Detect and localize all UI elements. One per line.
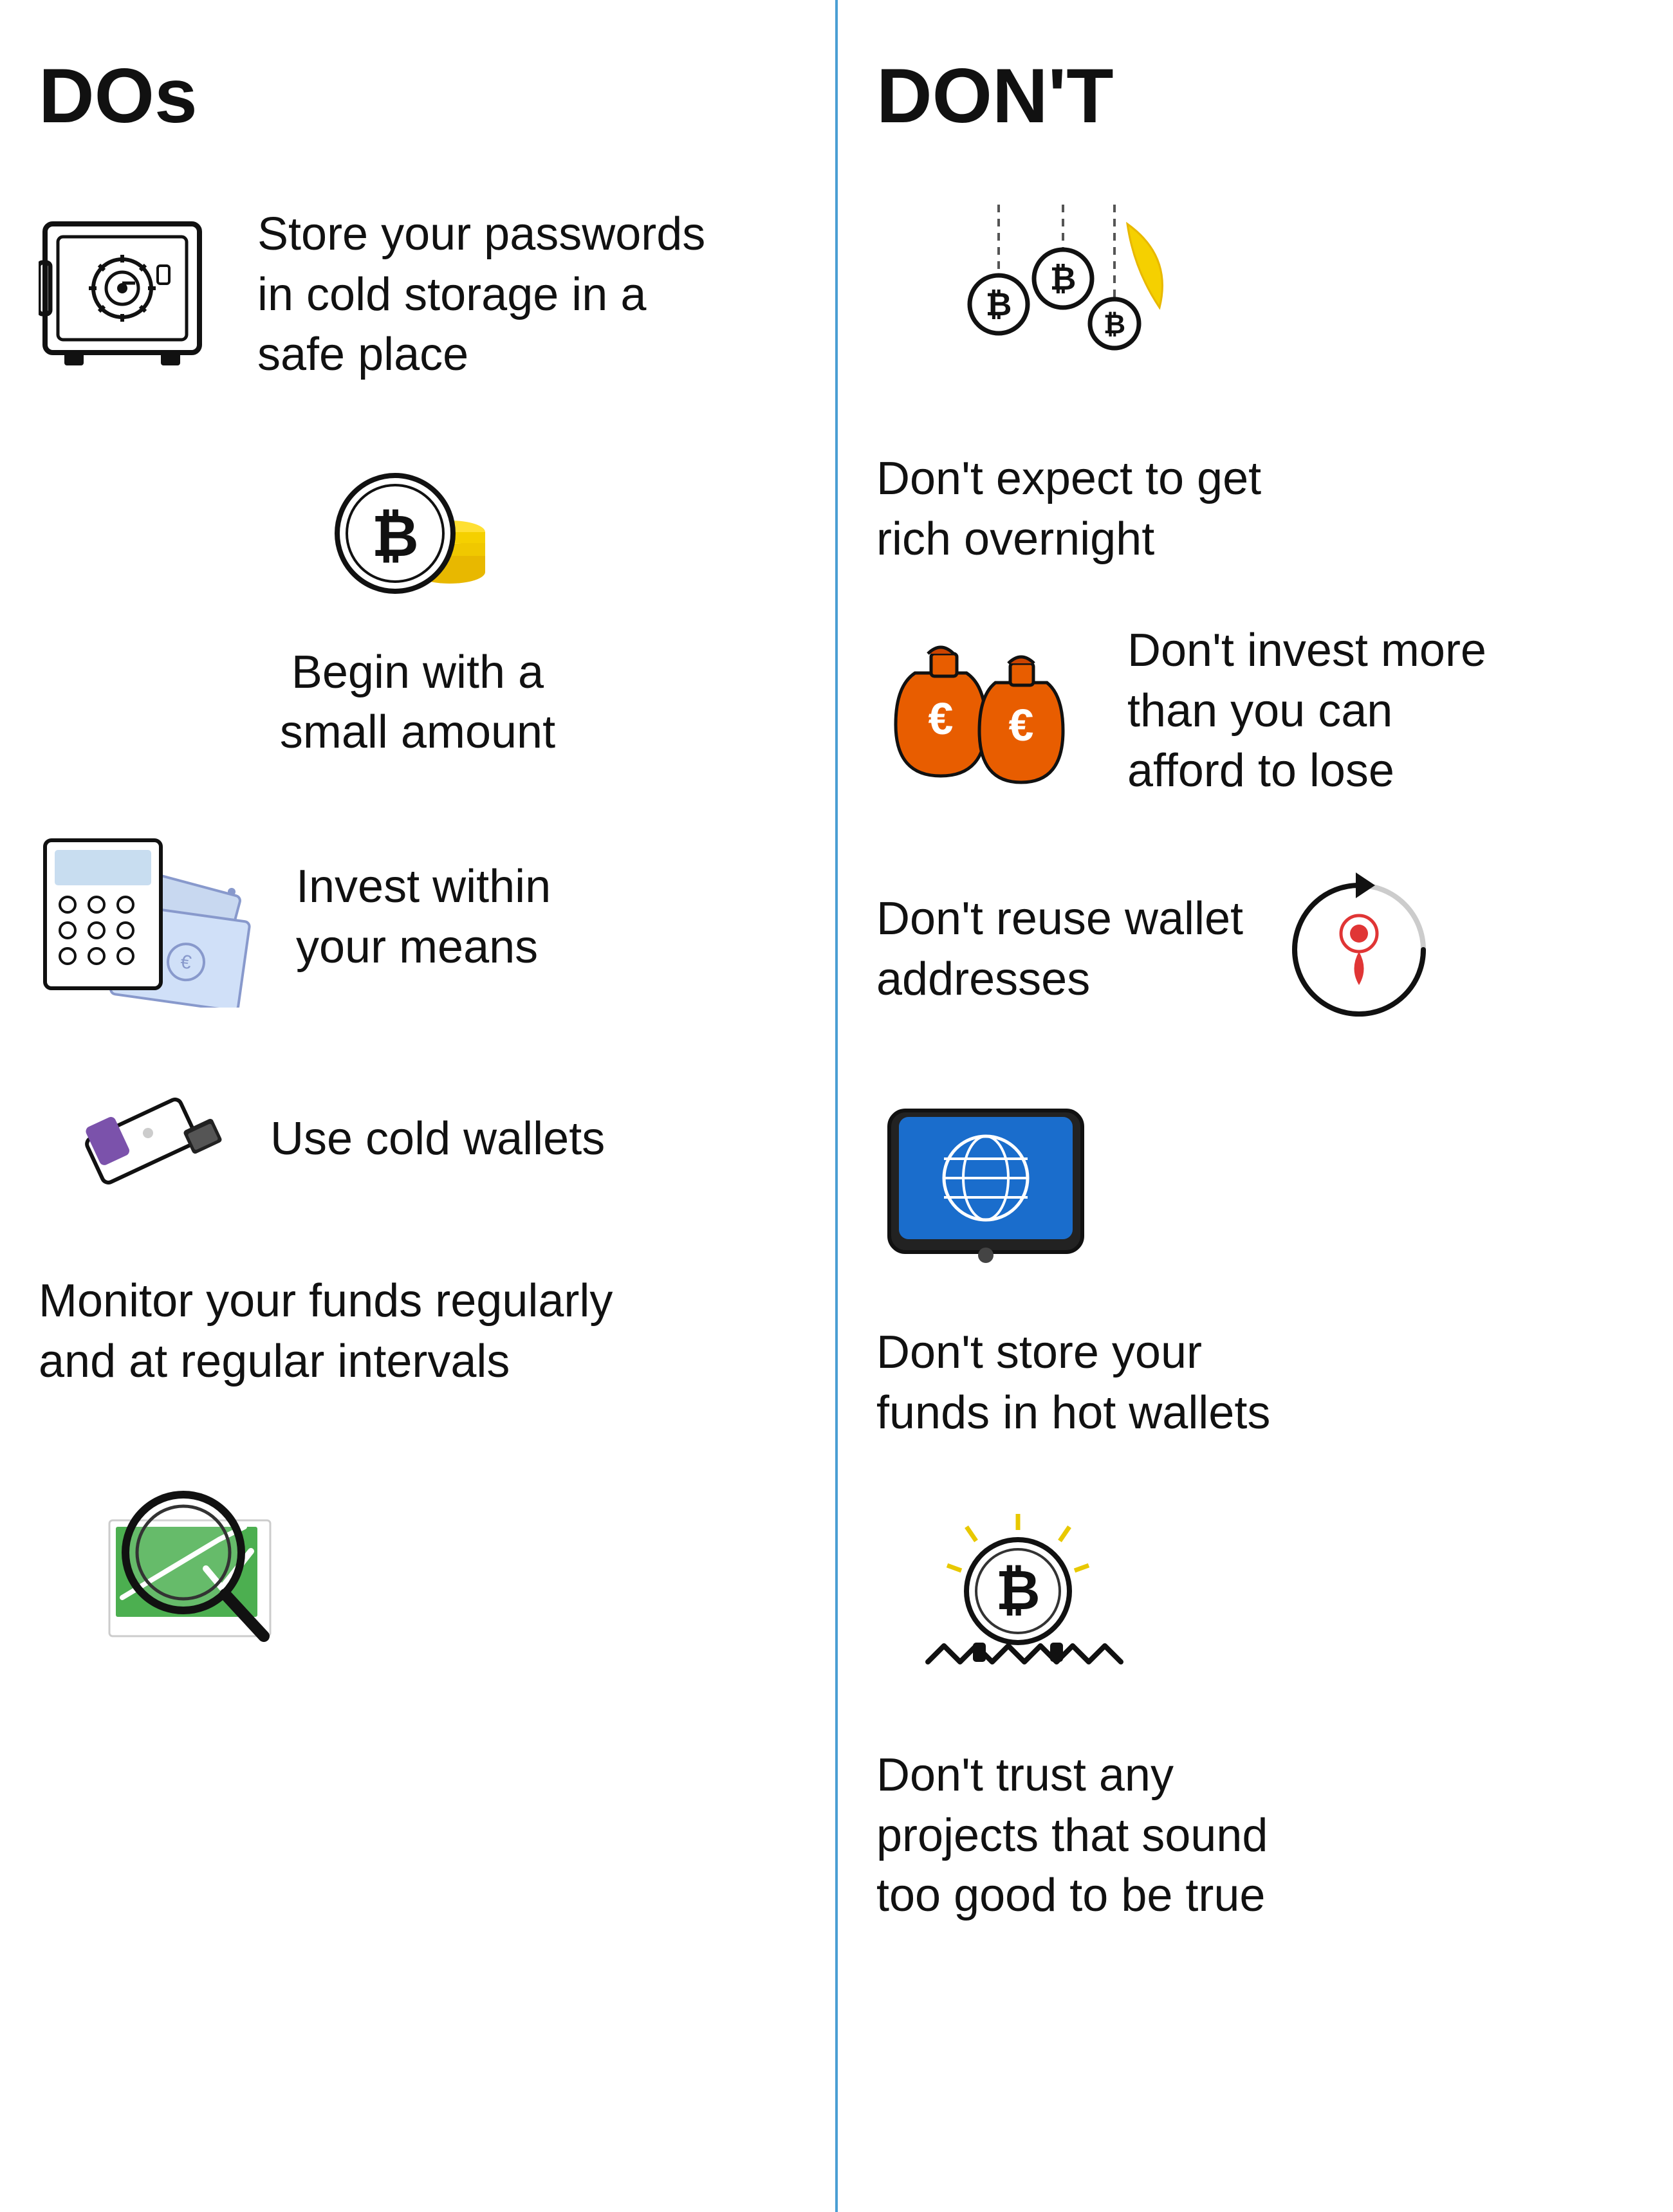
list-item: € € [39,827,797,1008]
tablet-svg [876,1098,1095,1271]
svg-text:₿: ₿ [1104,309,1125,339]
svg-text:₿: ₿ [995,1560,1040,1621]
dos-column: DOs [0,0,838,2212]
donts-column: DON'T ₿ ₿ ₿ [838,0,1673,2212]
dos-title: DOs [39,51,797,140]
bitcoin-danger-icon: ₿ [902,1507,1134,1694]
store-passwords-text: Store your passwordsin cold storage in a… [257,205,705,385]
svg-text:€: € [1009,700,1034,750]
btc-coins-svg: ₿ [328,463,508,604]
usb-svg [39,1085,232,1194]
calculator-svg: € € [39,827,257,1008]
too-good-text: Don't trust anyprojects that soundtoo go… [876,1746,1268,1926]
safe-svg [39,211,219,378]
location-svg [1275,866,1443,1033]
list-item: Monitor your funds regularlyand at regul… [39,1271,797,1649]
list-item: ₿ ₿ ₿ Don't expect to getrich overnight [876,205,1634,569]
list-item: Use cold wallets [39,1085,797,1194]
tablet-icon [876,1098,1095,1271]
calculator-icon: € € [39,827,257,1008]
svg-text:₿: ₿ [1050,261,1077,297]
magnifier-icon [90,1456,309,1649]
location-icon [1275,866,1443,1033]
list-item: ₿ Don't trust anyprojects that soundtoo … [876,1507,1634,1926]
rich-overnight-text: Don't expect to getrich overnight [876,449,1261,569]
reuse-wallet-text: Don't reuse walletaddresses [876,889,1243,1009]
list-item: ₿ Begin with asmall amount [39,463,797,763]
svg-text:€: € [929,694,954,744]
safe-icon [39,211,219,378]
list-item: Don't reuse walletaddresses [876,866,1634,1033]
btc-coins-icon: ₿ [328,463,508,604]
invest-more-text: Don't invest morethan you canafford to l… [1127,621,1486,802]
svg-text:₿: ₿ [986,286,1012,322]
invest-means-text: Invest withinyour means [296,857,551,977]
night-bitcoin-icon: ₿ ₿ ₿ [915,205,1185,398]
list-item: € € Don't invest morethan you canafford … [876,621,1634,802]
bitcoin-danger-svg: ₿ [902,1507,1134,1694]
donts-title: DON'T [876,51,1634,140]
svg-text:₿: ₿ [371,504,418,569]
magnifier-svg [90,1456,309,1649]
monitor-funds-text: Monitor your funds regularlyand at regul… [39,1271,613,1392]
night-bitcoin-svg: ₿ ₿ ₿ [915,205,1185,398]
money-bags-icon: € € [876,622,1095,802]
hot-wallets-text: Don't store yourfunds in hot wallets [876,1323,1270,1443]
usb-icon [39,1085,232,1194]
list-item: Store your passwordsin cold storage in a… [39,205,797,385]
money-bags-svg: € € [876,622,1095,802]
cold-wallets-text: Use cold wallets [270,1109,605,1170]
main-container: DOs [0,0,1673,2212]
small-amount-text: Begin with asmall amount [280,643,555,763]
list-item: Don't store yourfunds in hot wallets [876,1098,1634,1443]
